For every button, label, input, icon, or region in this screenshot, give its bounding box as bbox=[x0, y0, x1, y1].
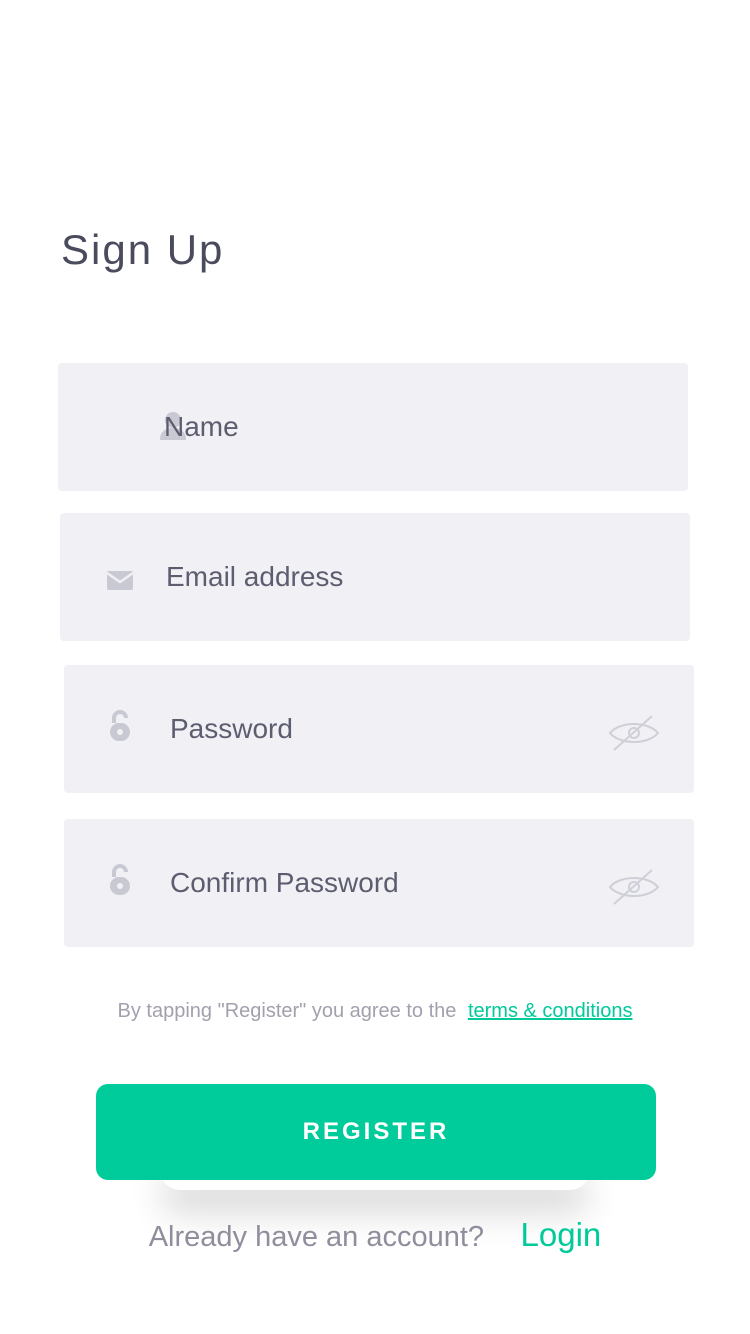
envelope-icon bbox=[105, 563, 135, 597]
register-button[interactable]: REGISTER bbox=[96, 1084, 656, 1180]
terms-link[interactable]: terms & conditions bbox=[468, 1000, 633, 1022]
page-title: Sign Up bbox=[61, 226, 225, 273]
eye-slash-icon[interactable] bbox=[606, 713, 662, 753]
confirm-password-input[interactable] bbox=[170, 853, 570, 913]
terms-notice: By tapping "Register" you agree to the t… bbox=[0, 996, 750, 1026]
name-field[interactable] bbox=[58, 363, 688, 491]
email-input[interactable] bbox=[166, 547, 566, 607]
lock-icon bbox=[105, 709, 135, 743]
email-field[interactable] bbox=[60, 513, 690, 641]
lock-icon bbox=[105, 863, 135, 897]
terms-text: By tapping "Register" you agree to the bbox=[117, 1000, 457, 1022]
login-prompt-text: Already have an account? bbox=[148, 1221, 485, 1253]
eye-slash-icon[interactable] bbox=[606, 867, 662, 907]
name-input[interactable] bbox=[164, 397, 564, 457]
password-input[interactable] bbox=[170, 699, 570, 759]
password-field[interactable] bbox=[64, 665, 694, 793]
confirm-password-field[interactable] bbox=[64, 819, 694, 947]
login-link[interactable]: Login bbox=[521, 1216, 602, 1253]
login-prompt-row: Already have an account? Login bbox=[0, 1212, 750, 1265]
